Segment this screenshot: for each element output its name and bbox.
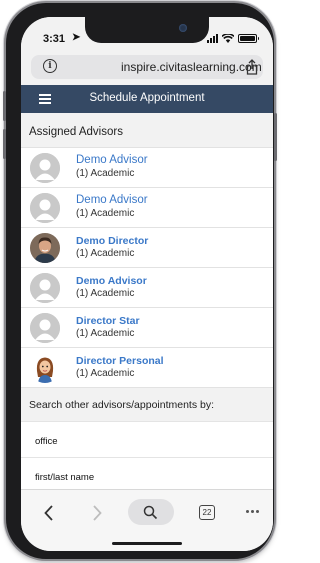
address-url[interactable]: inspire.civitaslearning.com xyxy=(121,60,262,74)
power-button xyxy=(274,113,277,161)
advisor-role: (1) Academic xyxy=(76,288,135,299)
advisor-role: (1) Academic xyxy=(76,168,135,179)
advisor-row[interactable]: Demo Advisor (1) Academic xyxy=(21,187,273,227)
avatar-photo xyxy=(30,233,60,263)
volume-down-button xyxy=(3,129,6,159)
avatar-placeholder xyxy=(30,273,60,303)
battery-icon xyxy=(238,34,259,43)
notch xyxy=(85,17,209,43)
advisor-role: (1) Academic xyxy=(76,328,135,339)
advisor-row[interactable]: Demo Advisor (1) Academic xyxy=(21,267,273,307)
phone-frame: 3:31 ➤ i inspire.civitaslearning.com Sch… xyxy=(3,3,277,559)
tabs-count-button[interactable]: 22 xyxy=(199,505,215,520)
advisor-name-link[interactable]: Demo Director xyxy=(76,235,148,247)
advisor-row[interactable]: Demo Director (1) Academic xyxy=(21,227,273,267)
advisor-name-link[interactable]: Director Star xyxy=(76,315,140,327)
address-bar[interactable]: i inspire.civitaslearning.com xyxy=(31,55,263,79)
home-indicator xyxy=(112,542,182,545)
search-icon xyxy=(143,505,158,520)
screen: 3:31 ➤ i inspire.civitaslearning.com Sch… xyxy=(21,17,273,551)
avatar-cartoon xyxy=(30,353,60,383)
advisor-name-link[interactable]: Demo Advisor xyxy=(76,154,148,166)
share-icon[interactable] xyxy=(245,59,259,75)
avatar-placeholder xyxy=(30,313,60,343)
forward-icon[interactable] xyxy=(91,504,103,522)
status-time: 3:31 xyxy=(43,33,66,45)
page-title: Schedule Appointment xyxy=(89,92,205,104)
browser-toolbar: 22 xyxy=(21,489,273,551)
search-button[interactable] xyxy=(128,499,174,525)
advisor-role: (1) Academic xyxy=(76,248,135,259)
advisor-name-link[interactable]: Director Personal xyxy=(76,355,164,367)
advisor-name-link[interactable]: Demo Advisor xyxy=(76,275,147,287)
search-option-office[interactable]: office xyxy=(21,421,273,457)
search-by-heading: Search other advisors/appointments by: xyxy=(21,387,273,421)
advisor-row[interactable]: Director Personal (1) Academic xyxy=(21,347,273,387)
app-header: Schedule Appointment xyxy=(21,85,273,113)
cellular-signal-icon xyxy=(207,34,218,43)
wifi-icon xyxy=(222,34,234,43)
more-options-icon[interactable] xyxy=(246,510,259,513)
location-arrow-icon: ➤ xyxy=(72,32,81,43)
advisor-name-link[interactable]: Demo Advisor xyxy=(76,194,148,206)
volume-up-button xyxy=(3,91,6,121)
main-content: Assigned Advisors Demo Advisor (1) Acade… xyxy=(21,113,273,493)
avatar-placeholder xyxy=(30,193,60,223)
search-option-name[interactable]: first/last name xyxy=(21,457,273,493)
avatar-placeholder xyxy=(30,153,60,183)
advisor-role: (1) Academic xyxy=(76,368,135,379)
back-icon[interactable] xyxy=(43,504,55,522)
advisor-row[interactable]: Demo Advisor (1) Academic xyxy=(21,147,273,187)
advisor-row[interactable]: Director Star (1) Academic xyxy=(21,307,273,347)
assigned-advisors-heading: Assigned Advisors xyxy=(21,113,273,147)
status-icons xyxy=(207,34,259,43)
front-camera xyxy=(179,24,187,32)
info-icon[interactable]: i xyxy=(43,59,57,73)
advisor-role: (1) Academic xyxy=(76,208,135,219)
